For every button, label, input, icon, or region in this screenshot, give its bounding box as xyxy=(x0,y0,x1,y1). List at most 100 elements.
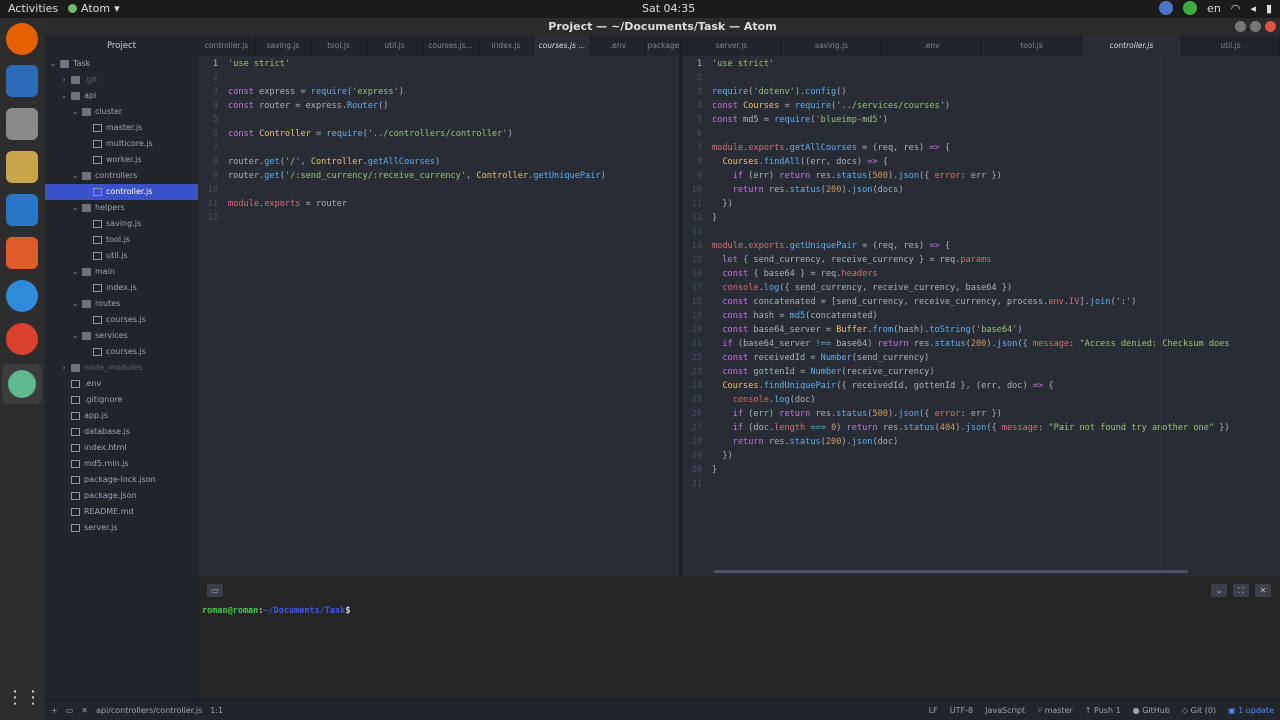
wifi-icon[interactable]: ◠ xyxy=(1231,2,1241,15)
close-terminal-icon[interactable]: ✕ xyxy=(1255,584,1271,597)
editor-tab[interactable]: controller.js xyxy=(1082,36,1182,56)
editor-tab[interactable]: courses.js ... xyxy=(534,36,591,56)
editor-tab[interactable]: index.js xyxy=(479,36,534,56)
atom-dock-icon[interactable] xyxy=(2,364,42,404)
chevron-down-icon[interactable]: ⌄ xyxy=(49,56,57,72)
editor-tab[interactable]: controller.js xyxy=(198,36,256,56)
tree-file[interactable]: tool.js xyxy=(45,232,198,248)
update-status[interactable]: ▣ 1 update xyxy=(1228,706,1274,715)
help-icon[interactable] xyxy=(6,280,38,312)
volume-icon[interactable]: ◂ xyxy=(1250,2,1256,15)
chevron-down-icon[interactable]: ⌄ xyxy=(71,328,79,344)
tree-file[interactable]: multicore.js xyxy=(45,136,198,152)
tree-folder[interactable]: ⌄ Task xyxy=(45,56,198,72)
tree-file[interactable]: master.js xyxy=(45,120,198,136)
tree-folder[interactable]: ⌄ cluster xyxy=(45,104,198,120)
git-status[interactable]: ◇ Git (0) xyxy=(1182,706,1216,715)
tree-folder[interactable]: ⌄ services xyxy=(45,328,198,344)
maximize-terminal-icon[interactable]: ⛶ xyxy=(1233,584,1249,597)
github-status[interactable]: ● GitHub xyxy=(1133,706,1170,715)
chevron-down-icon[interactable]: ⌄ xyxy=(71,104,79,120)
check-icon[interactable] xyxy=(1183,1,1198,15)
tree-file[interactable]: courses.js xyxy=(45,312,198,328)
editor-tab[interactable]: saving.js xyxy=(782,36,882,56)
language-indicator[interactable]: en xyxy=(1207,2,1221,15)
editor-tab[interactable]: package xyxy=(646,36,682,56)
rhythmbox-icon[interactable] xyxy=(6,151,38,183)
tree-folder[interactable]: ⌄ helpers xyxy=(45,200,198,216)
tree-file[interactable]: util.js xyxy=(45,248,198,264)
line-ending[interactable]: LF xyxy=(929,706,938,715)
editor-tab[interactable]: util.js xyxy=(1182,36,1280,56)
files-icon[interactable] xyxy=(6,108,38,140)
tree-file[interactable]: .env xyxy=(45,376,198,392)
chrome-remote-icon[interactable] xyxy=(1159,1,1174,15)
battery-icon[interactable]: ▮ xyxy=(1266,2,1272,15)
close-window-button[interactable] xyxy=(1265,21,1276,32)
app-menu[interactable]: Atom ▾ xyxy=(68,2,120,15)
chevron-down-icon[interactable]: ⌄ xyxy=(71,168,79,184)
tree-folder[interactable]: › node_modules xyxy=(45,360,198,376)
tree-file[interactable]: worker.js xyxy=(45,152,198,168)
file-icon xyxy=(71,412,80,420)
maximize-button[interactable] xyxy=(1250,21,1261,32)
clock[interactable]: Sat 04:35 xyxy=(642,2,695,15)
editor-tab[interactable]: .env xyxy=(591,36,646,56)
editor-tab[interactable]: util.js xyxy=(367,36,423,56)
editor-tab[interactable]: tool.js xyxy=(311,36,367,56)
chevron-down-icon[interactable]: ⌄ xyxy=(71,264,79,280)
tree-folder[interactable]: ⌄ main xyxy=(45,264,198,280)
chevron-down-icon[interactable]: ⌄ xyxy=(71,200,79,216)
close-icon[interactable]: ✕ xyxy=(81,706,88,715)
chevron-right-icon[interactable]: › xyxy=(60,72,68,88)
minimize-button[interactable] xyxy=(1235,21,1246,32)
horizontal-scrollbar[interactable] xyxy=(714,570,1188,573)
chevron-down-icon[interactable]: ⌄ xyxy=(1211,584,1227,597)
tree-folder[interactable]: ⌄ controllers xyxy=(45,168,198,184)
terminal-icon[interactable]: ▭ xyxy=(207,584,223,597)
cursor-position[interactable]: 1:1 xyxy=(210,706,223,715)
tree-file[interactable]: app.js xyxy=(45,408,198,424)
editor-tab[interactable]: server.js xyxy=(682,36,782,56)
activities-button[interactable]: Activities xyxy=(8,2,58,15)
thunderbird-icon[interactable] xyxy=(6,65,38,97)
libreoffice-writer-icon[interactable] xyxy=(6,194,38,226)
chevron-down-icon[interactable]: ⌄ xyxy=(71,296,79,312)
encoding[interactable]: UTF-8 xyxy=(950,706,973,715)
tree-file[interactable]: package.json xyxy=(45,488,198,504)
line-number: 10 xyxy=(207,185,218,195)
tree-folder[interactable]: ⌄ api xyxy=(45,88,198,104)
editor-tab[interactable]: tool.js xyxy=(982,36,1082,56)
terminal-panel[interactable]: ▭ ⌄ ⛶ ✕ roman@roman:~/Documents/Task$ xyxy=(198,576,1280,700)
tree-file[interactable]: controller.js xyxy=(45,184,198,200)
tree-file[interactable]: server.js xyxy=(45,520,198,536)
editor-tab[interactable]: .env xyxy=(882,36,982,56)
tree-file[interactable]: index.html xyxy=(45,440,198,456)
chevron-down-icon[interactable]: ⌄ xyxy=(60,88,68,104)
right-editor[interactable]: 1'use strict' 2 3 require('dotenv').config(… xyxy=(682,56,1280,576)
editor-tab[interactable]: courses.js... xyxy=(423,36,479,56)
terminal-toggle-icon[interactable]: ▭ xyxy=(66,706,74,715)
tree-file[interactable]: saving.js xyxy=(45,216,198,232)
firefox-icon[interactable] xyxy=(6,23,38,55)
push-status[interactable]: ↑ Push 1 xyxy=(1085,706,1121,715)
software-center-icon[interactable] xyxy=(6,237,38,269)
tree-file[interactable]: index.js xyxy=(45,280,198,296)
file-path[interactable]: api/controllers/controller.js xyxy=(96,706,202,715)
tree-file[interactable]: README.md xyxy=(45,504,198,520)
add-icon[interactable]: + xyxy=(51,706,58,715)
tree-file[interactable]: package-lock.json xyxy=(45,472,198,488)
show-applications-icon[interactable]: ⋮⋮ xyxy=(6,682,42,714)
tree-folder[interactable]: ⌄ routes xyxy=(45,296,198,312)
tree-folder[interactable]: › .git xyxy=(45,72,198,88)
tree-file[interactable]: database.js xyxy=(45,424,198,440)
grammar[interactable]: JavaScript xyxy=(985,706,1025,715)
chevron-right-icon[interactable]: › xyxy=(60,360,68,376)
branch-status[interactable]: ⑂ master xyxy=(1037,706,1073,715)
tree-file[interactable]: md5.min.js xyxy=(45,456,198,472)
chrome-icon[interactable] xyxy=(6,323,38,355)
tree-file[interactable]: courses.js xyxy=(45,344,198,360)
tree-file[interactable]: .gitignore xyxy=(45,392,198,408)
editor-tab[interactable]: saving.js xyxy=(256,36,311,56)
left-editor[interactable]: 1'use strict' 2 3 const express = require('… xyxy=(198,56,679,576)
